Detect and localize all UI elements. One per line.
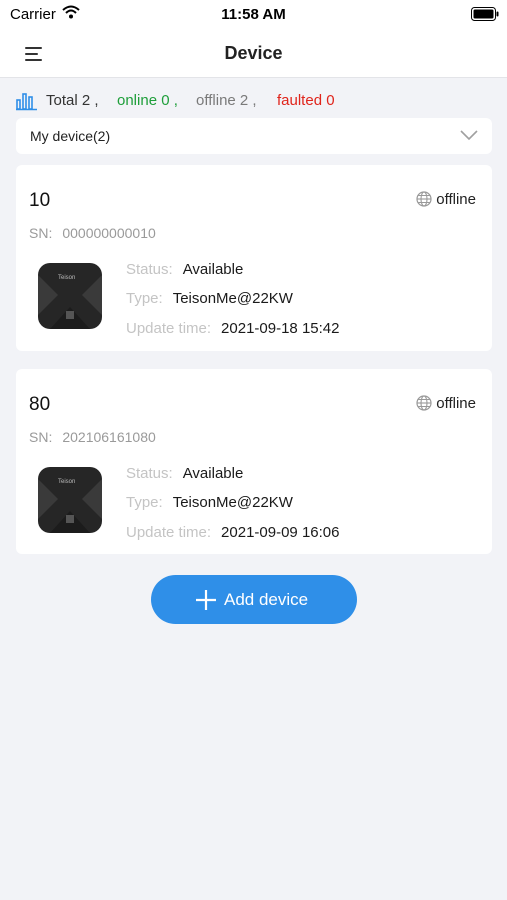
status-label: Status: <box>126 465 173 482</box>
globe-icon <box>416 395 432 411</box>
update-time-label: Update time: <box>126 320 212 337</box>
device-card[interactable]: 80 offline SN: 202106161080 Teison Status… <box>16 369 492 554</box>
bar-chart-icon <box>16 91 38 115</box>
serial-number-row: SN: 000000000010 <box>29 225 156 241</box>
type-row: Type: TeisonMe@22KW <box>126 494 293 511</box>
chevron-down-icon <box>460 128 478 146</box>
charger-image: Teison <box>36 465 104 540</box>
status-value: Available <box>182 261 244 278</box>
status-bar: Carrier 11:58 AM <box>0 0 507 30</box>
sn-label: SN: <box>29 225 53 241</box>
charger-image: Teison <box>36 261 104 336</box>
device-card[interactable]: 10 offline SN: 000000000010 Teison Status… <box>16 165 492 351</box>
sn-value: 000000000010 <box>62 225 156 241</box>
globe-icon <box>416 191 432 207</box>
type-value: TeisonMe@22KW <box>172 290 293 307</box>
add-device-button[interactable]: Add device <box>151 575 357 624</box>
status-row: Status: Available <box>126 465 243 482</box>
offline-count: offline 2 , <box>196 92 257 109</box>
serial-number-row: SN: 202106161080 <box>29 429 156 445</box>
sn-label: SN: <box>29 429 53 445</box>
type-row: Type: TeisonMe@22KW <box>126 290 293 307</box>
online-count: online 0 , <box>117 92 178 109</box>
svg-text:Teison: Teison <box>58 479 75 485</box>
add-device-label: Add device <box>224 590 309 609</box>
status-label: Status: <box>126 261 173 278</box>
type-label: Type: <box>126 290 163 307</box>
total-count: Total 2 , <box>46 92 99 109</box>
connection-status: offline <box>416 395 476 412</box>
update-time-row: Update time: 2021-09-18 15:42 <box>126 320 339 337</box>
nav-bar: Device <box>0 30 507 78</box>
device-group-select[interactable]: My device(2) <box>16 118 492 154</box>
update-time-label: Update time: <box>126 524 212 541</box>
svg-text:Teison: Teison <box>58 275 75 281</box>
connection-label: offline <box>436 395 476 412</box>
faulted-count: faulted 0 <box>277 92 335 109</box>
type-label: Type: <box>126 494 163 511</box>
page-title: Device <box>224 43 283 63</box>
clock: 11:58 AM <box>221 6 286 23</box>
connection-label: offline <box>436 191 476 208</box>
device-group-label: My device(2) <box>30 128 111 144</box>
battery-icon <box>471 7 499 26</box>
status-value: Available <box>182 465 244 482</box>
sn-value: 202106161080 <box>62 429 156 445</box>
device-name: 10 <box>29 190 51 211</box>
connection-status: offline <box>416 191 476 208</box>
update-time-row: Update time: 2021-09-09 16:06 <box>126 524 339 541</box>
update-time-value: 2021-09-09 16:06 <box>221 524 340 541</box>
plus-icon <box>195 589 217 616</box>
status-row: Status: Available <box>126 261 243 278</box>
device-name: 80 <box>29 394 51 415</box>
update-time-value: 2021-09-18 15:42 <box>221 320 340 337</box>
type-value: TeisonMe@22KW <box>172 494 293 511</box>
